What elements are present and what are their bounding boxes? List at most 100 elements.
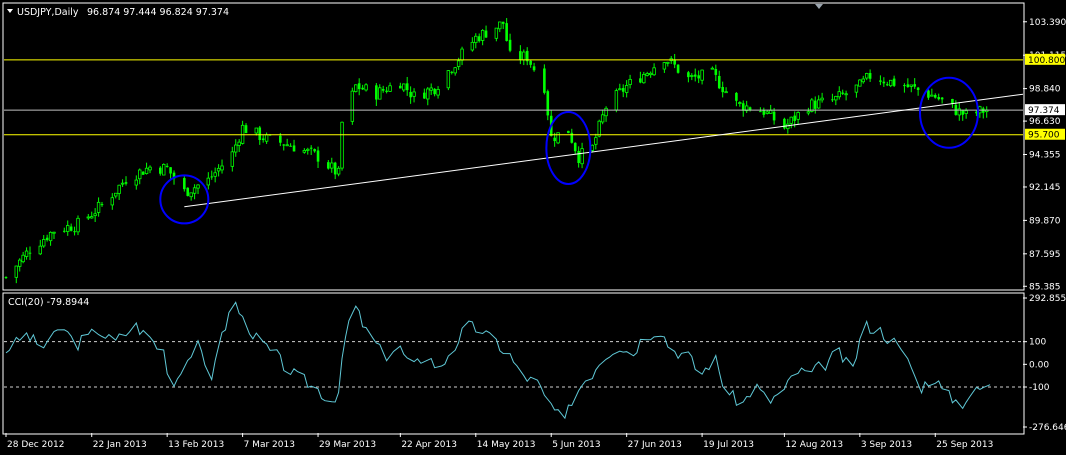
candle-body	[90, 216, 94, 219]
candle-body	[906, 84, 910, 88]
candle-body	[192, 187, 197, 194]
candle-body	[652, 67, 656, 76]
candle-body	[768, 109, 773, 114]
candle-body	[614, 90, 619, 111]
candle-body	[645, 73, 649, 76]
candle-body	[244, 125, 248, 134]
candle-body	[604, 107, 608, 117]
candle-body	[69, 226, 73, 231]
candle-body	[340, 121, 344, 169]
candle-body	[687, 72, 690, 78]
candle-body	[796, 112, 800, 120]
candle-body	[858, 79, 862, 87]
candle-body	[844, 93, 848, 96]
candle-body	[292, 145, 296, 152]
candle-body	[618, 88, 622, 91]
candle-body	[14, 265, 18, 278]
level-price-label: 100.800	[1028, 56, 1065, 66]
candle-body	[38, 245, 42, 255]
candle-body	[662, 62, 667, 70]
candle-body	[196, 184, 200, 189]
candle-body	[436, 88, 440, 96]
candle-body	[861, 78, 865, 83]
candle-body	[813, 100, 817, 109]
candle-body	[621, 88, 625, 92]
candle-body	[73, 231, 76, 233]
candle-body	[717, 75, 721, 89]
candle-body	[600, 114, 605, 123]
candle-body	[45, 237, 49, 241]
candle-body	[309, 147, 313, 149]
candle-body	[831, 99, 834, 101]
candle-body	[28, 252, 32, 254]
candle-body	[216, 167, 221, 172]
candle-body	[470, 41, 475, 51]
candle-body	[577, 150, 580, 164]
candle-body	[330, 162, 334, 169]
candle-body	[879, 80, 882, 82]
candle-body	[76, 217, 80, 233]
candle-body	[854, 84, 859, 93]
candle-body	[124, 182, 128, 184]
current-price-label: 97.374	[1028, 106, 1060, 116]
candle-body	[940, 97, 944, 100]
candle-body	[117, 184, 121, 194]
candle-body	[546, 91, 550, 116]
level-price-label: 95.700	[1028, 131, 1060, 141]
candle-body	[120, 182, 125, 185]
x-tick-label: 3 Sep 2013	[861, 440, 912, 450]
candle-body	[258, 127, 262, 140]
candle-body	[765, 111, 769, 114]
candle-body	[93, 213, 97, 216]
indicator-panel	[2, 292, 1025, 435]
candle-body	[405, 83, 409, 91]
candle-body	[234, 144, 238, 153]
candle-body	[433, 88, 436, 95]
candle-body	[364, 84, 368, 91]
candle-body	[697, 75, 700, 79]
candle-body	[423, 92, 426, 99]
candle-body	[285, 144, 289, 147]
price-tick-label: 96.630	[1029, 117, 1061, 127]
candle-body	[597, 120, 601, 137]
candle-body	[639, 78, 642, 83]
candle-body	[114, 192, 118, 197]
cci-tick-label: 0.00	[1029, 360, 1049, 370]
candle-body	[820, 97, 824, 101]
candle-body	[676, 64, 680, 73]
price-tick-label: 98.840	[1029, 85, 1061, 95]
candle-body	[21, 254, 25, 263]
candle-body	[933, 94, 937, 98]
candle-body	[480, 30, 485, 41]
candle-body	[162, 164, 166, 176]
candle-body	[909, 84, 913, 87]
candle-body	[237, 141, 241, 146]
candle-body	[882, 81, 886, 84]
candle-body	[724, 91, 728, 94]
candle-body	[412, 91, 416, 97]
candle-body	[937, 97, 941, 100]
candle-body	[484, 30, 488, 38]
candle-body	[66, 225, 70, 232]
price-tick-label: 94.355	[1029, 151, 1061, 161]
candle-body	[930, 94, 934, 97]
candle-body	[916, 87, 920, 90]
candle-body	[710, 67, 715, 70]
candle-body	[532, 66, 536, 71]
candle-body	[159, 167, 162, 174]
candle-body	[505, 23, 508, 41]
x-tick-label: 5 Jun 2013	[552, 440, 600, 450]
candle-body	[206, 177, 211, 186]
cci-tick-label: -100	[1029, 383, 1050, 393]
candle-body	[210, 176, 214, 178]
candle-body	[254, 127, 259, 134]
candle-body	[96, 201, 101, 213]
candle-body	[385, 90, 388, 92]
candle-body	[772, 111, 776, 121]
candle-body	[642, 74, 646, 84]
candle-body	[381, 89, 385, 91]
candle-body	[148, 166, 152, 171]
x-tick-label: 22 Jan 2013	[93, 440, 147, 450]
candle-body	[144, 167, 149, 174]
candle-body	[354, 84, 358, 92]
